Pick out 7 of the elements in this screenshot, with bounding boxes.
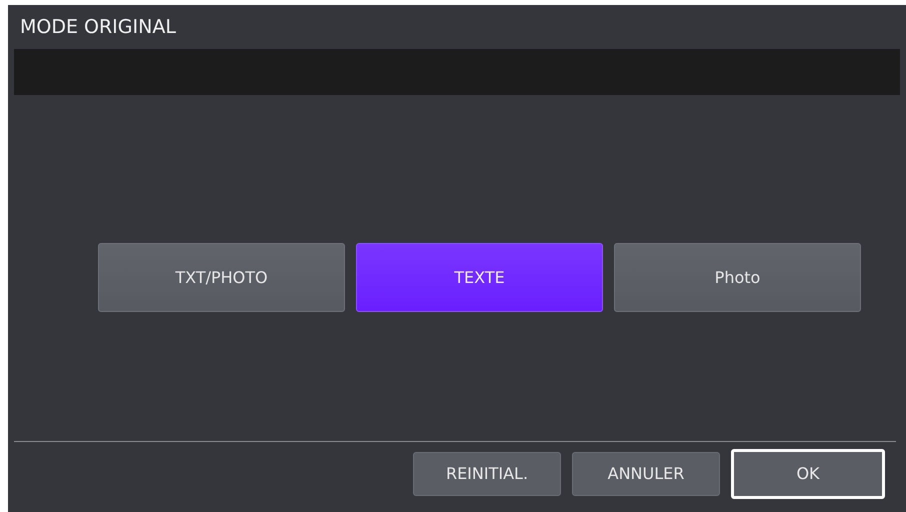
- footer-button[interactable]: ANNULER: [572, 452, 720, 496]
- mode-option[interactable]: TXT/PHOTO: [98, 243, 345, 312]
- footer-button[interactable]: OK: [731, 449, 885, 499]
- mode-option[interactable]: Photo: [614, 243, 861, 312]
- footer-button[interactable]: REINITIAL.: [413, 452, 561, 496]
- window-title: MODE ORIGINAL: [20, 14, 176, 40]
- mode-option[interactable]: TEXTE: [356, 243, 603, 312]
